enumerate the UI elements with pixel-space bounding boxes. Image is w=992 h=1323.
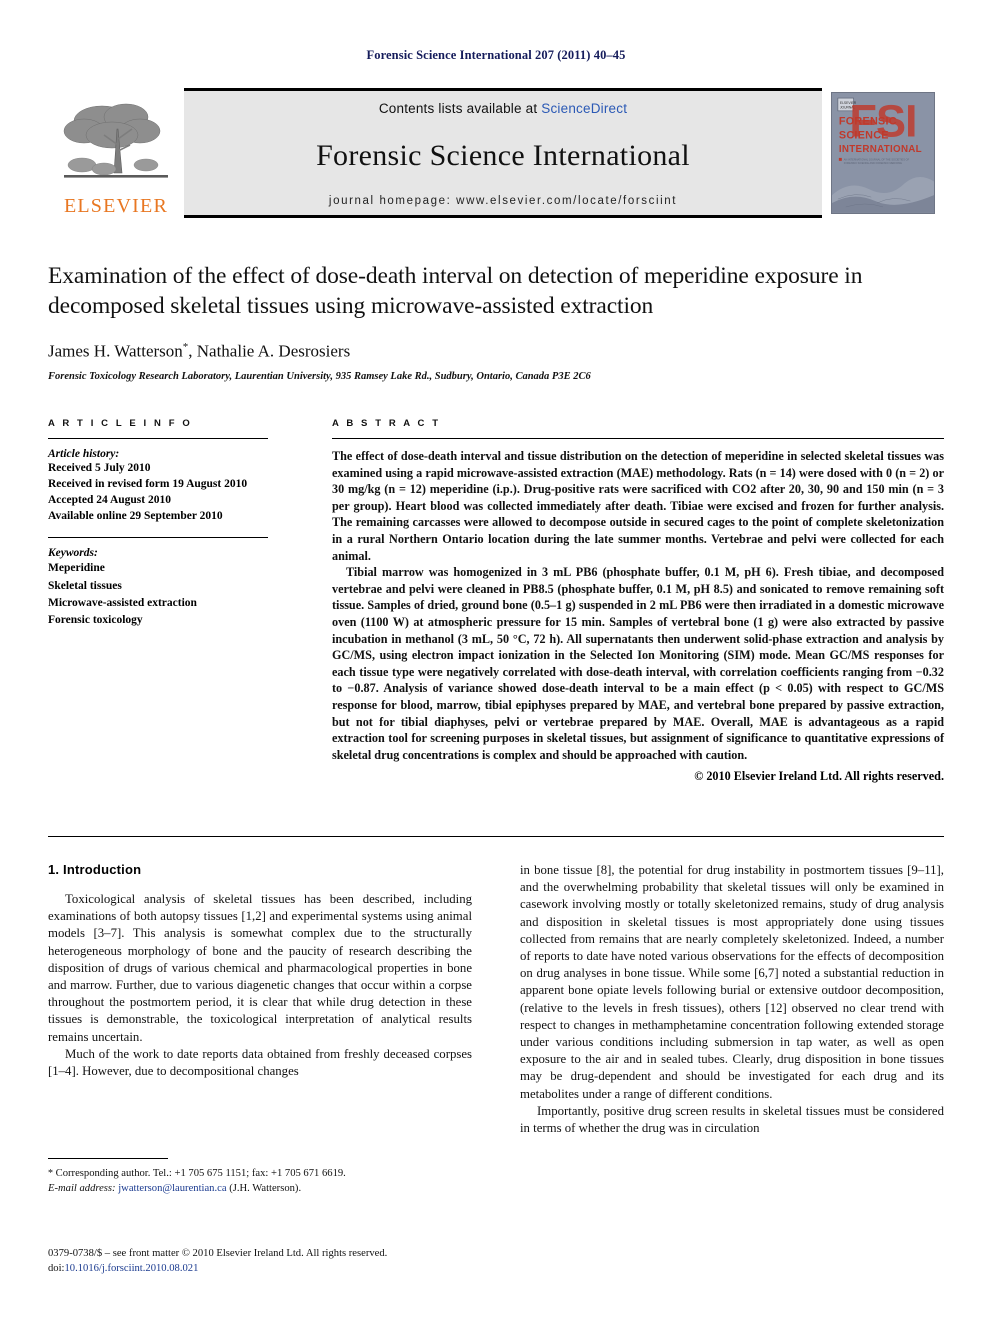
intro-paragraph-right-2: Importantly, positive drug screen result…	[520, 1103, 944, 1136]
intro-paragraph-right-1: in bone tissue [8], the potential for dr…	[520, 863, 944, 1101]
abstract-copyright: © 2010 Elsevier Ireland Ltd. All rights …	[694, 769, 944, 784]
footnote-email-link[interactable]: jwatterson@laurentian.ca	[118, 1183, 226, 1194]
abstract-body: The effect of dose-death interval and ti…	[332, 448, 944, 784]
imprint-doi-line: doi:10.1016/j.forsciint.2010.08.021	[48, 1261, 508, 1276]
running-head: Forensic Science International 207 (2011…	[366, 48, 626, 62]
author-list: James H. Watterson*, Nathalie A. Desrosi…	[48, 341, 944, 362]
journal-article-page: Forensic Science International 207 (2011…	[0, 0, 992, 1323]
journal-cover-art: ELSEVIER JOURNAL FSI FORENSIC SCIENCE IN…	[832, 93, 934, 213]
footnote-corresponding-text: Corresponding author. Tel.: +1 705 675 1…	[55, 1168, 346, 1179]
abstract-column: A B S T R A C T The effect of dose-death…	[332, 418, 944, 784]
keywords-rule	[48, 537, 268, 539]
title-block: Examination of the effect of dose-death …	[48, 262, 944, 382]
elsevier-tree-icon	[63, 103, 168, 178]
keywords-heading: Keywords:	[48, 547, 98, 560]
abstract-rule	[332, 438, 944, 439]
sciencedirect-link[interactable]: ScienceDirect	[541, 101, 627, 116]
svg-text:SCIENCE: SCIENCE	[839, 129, 889, 141]
contents-prefix-text: Contents lists available at	[378, 101, 542, 116]
journal-band: Contents lists available at ScienceDirec…	[184, 88, 822, 218]
article-history-online: Available online 29 September 2010	[48, 509, 223, 522]
intro-paragraph-left-1: Toxicological analysis of skeletal tissu…	[48, 892, 472, 1044]
article-info-rule	[48, 438, 268, 439]
imprint-issn-line: 0379-0738/$ – see front matter © 2010 El…	[48, 1248, 388, 1259]
article-history-heading: Article history:	[48, 448, 120, 460]
doi-link[interactable]: 10.1016/j.forsciint.2010.08.021	[64, 1263, 198, 1274]
keyword-item: Skeletal tissues	[48, 579, 122, 592]
article-history-received: Received 5 July 2010	[48, 462, 151, 474]
keyword-item: Microwave-assisted extraction	[48, 596, 197, 609]
author-secondary: , Nathalie A. Desrosiers	[188, 341, 351, 361]
journal-title: Forensic Science International	[316, 138, 690, 172]
abstract-paragraph: The effect of dose-death interval and ti…	[332, 449, 944, 563]
elsevier-wordmark: ELSEVIER	[63, 195, 169, 217]
article-history-revised: Received in revised form 19 August 2010	[48, 477, 248, 490]
svg-text:AN INTERNATIONAL JOURNAL OF TH: AN INTERNATIONAL JOURNAL OF THE SOCIETIE…	[844, 157, 910, 161]
body-column-right: in bone tissue [8], the potential for dr…	[520, 862, 944, 1137]
article-title: Examination of the effect of dose-death …	[48, 263, 863, 319]
imprint-block: 0379-0738/$ – see front matter © 2010 El…	[48, 1246, 508, 1277]
doi-label: doi:	[48, 1263, 65, 1275]
footnote-area: * Corresponding author. Tel.: +1 705 675…	[48, 1158, 472, 1197]
article-info-label: A R T I C L E I N F O	[48, 418, 193, 429]
svg-text:FORENSIC SCIENCE AND FORENSIC: FORENSIC SCIENCE AND FORENSIC MEDICINE	[844, 161, 902, 165]
contents-available-line: Contents lists available at ScienceDirec…	[379, 101, 627, 116]
keyword-item: Forensic toxicology	[48, 614, 143, 627]
abstract-paragraph: Tibial marrow was homogenized in 3 mL PB…	[332, 565, 944, 762]
footnote-email-line: E-mail address: jwatterson@laurentian.ca…	[48, 1182, 472, 1197]
intro-paragraph-left-2: Much of the work to date reports data ob…	[48, 1046, 472, 1079]
info-and-abstract: A R T I C L E I N F O Article history: R…	[48, 418, 944, 784]
keyword-item: Meperidine	[48, 562, 105, 575]
elsevier-logo: ELSEVIER	[48, 88, 184, 218]
body-columns: 1. Introduction Toxicological analysis o…	[48, 862, 944, 1137]
footnote-rule	[48, 1158, 168, 1159]
journal-cover-image: ELSEVIER JOURNAL FSI FORENSIC SCIENCE IN…	[831, 92, 935, 214]
footnote-corresponding-author: * Corresponding author. Tel.: +1 705 675…	[48, 1167, 472, 1182]
journal-masthead: ELSEVIER Contents lists available at Sci…	[48, 88, 944, 218]
svg-text:FORENSIC: FORENSIC	[839, 116, 897, 128]
author-affiliation: Forensic Toxicology Research Laboratory,…	[48, 370, 591, 382]
footnote-email-owner: (J.H. Watterson).	[229, 1182, 302, 1194]
article-info-column: A R T I C L E I N F O Article history: R…	[48, 418, 284, 784]
svg-text:INTERNATIONAL: INTERNATIONAL	[839, 144, 922, 155]
footnote-email-label: E-mail address:	[48, 1182, 116, 1194]
article-history-accepted: Accepted 24 August 2010	[48, 493, 171, 506]
author-primary: James H. Watterson	[48, 341, 183, 361]
body-column-left: 1. Introduction Toxicological analysis o…	[48, 862, 472, 1137]
journal-homepage-link[interactable]: journal homepage: www.elsevier.com/locat…	[329, 195, 677, 207]
footnote-marker: *	[48, 1168, 53, 1179]
journal-cover-thumbnail[interactable]: ELSEVIER JOURNAL FSI FORENSIC SCIENCE IN…	[822, 88, 944, 218]
abstract-label: A B S T R A C T	[332, 418, 441, 429]
abstract-bottom-rule	[48, 836, 944, 837]
section-heading-introduction: 1. Introduction	[48, 862, 142, 877]
